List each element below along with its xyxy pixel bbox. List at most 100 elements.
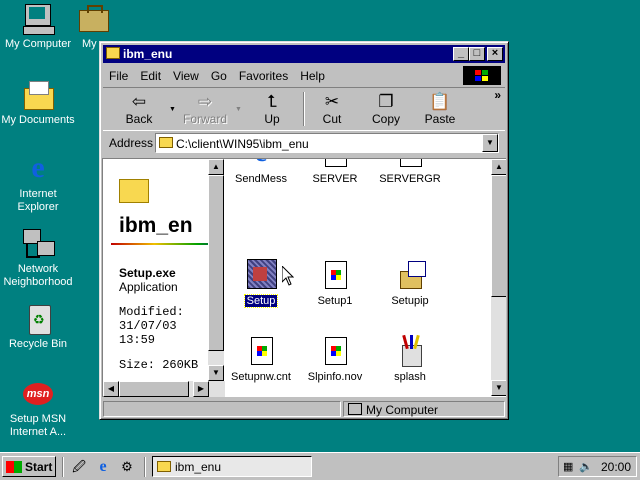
desktop-icon-label: My Documents	[1, 114, 75, 126]
file-item-sendmess[interactable]: e SendMess	[224, 159, 298, 185]
cut-button[interactable]: ✂ Cut	[306, 92, 358, 126]
doc-icon	[245, 335, 277, 367]
scroll-left-button[interactable]: ◀	[103, 381, 119, 397]
address-field[interactable]: C:\client\WIN95\ibm_enu ▼	[155, 133, 499, 153]
desktop-icon-setup-msn[interactable]: msn Setup MSN Internet A...	[0, 377, 76, 439]
modified-label: Modified:	[119, 305, 184, 319]
paste-button[interactable]: 📋 Paste	[414, 92, 466, 126]
file-item-servergr[interactable]: SERVERGR	[373, 159, 447, 185]
desktop-icon-internet-explorer[interactable]: e Internet Explorer	[0, 152, 76, 214]
scroll-down-button[interactable]: ▼	[491, 380, 506, 396]
arrow-up-icon: ▲	[212, 162, 220, 171]
toolbar: ⇦ Back ▼ ⇨ Forward ▼ ⮤ Up ✂ Cut ❐ Copy 📋…	[103, 87, 505, 131]
up-button[interactable]: ⮤ Up	[246, 92, 298, 126]
status-bar: My Computer	[103, 400, 505, 418]
desktop-icon-label: Internet Explorer	[17, 188, 59, 213]
menu-view[interactable]: View	[167, 65, 205, 83]
scheduler-icon[interactable]: ▦	[563, 460, 573, 473]
scroll-down-button[interactable]: ▼	[208, 365, 224, 381]
quicklaunch-separator	[144, 457, 146, 477]
clipboard-icon: 📋	[429, 92, 451, 111]
minimize-button[interactable]: _	[453, 47, 469, 61]
exe-icon	[394, 159, 426, 169]
modified-date: 31/07/03	[119, 319, 177, 333]
desktop-icon-my-computer[interactable]: My Computer	[0, 2, 76, 51]
address-dropdown-button[interactable]: ▼	[482, 134, 498, 152]
ie-icon: e	[245, 159, 277, 169]
close-button[interactable]: ×	[487, 47, 503, 61]
left-pane-scrollbar[interactable]: ▲ ▼	[208, 159, 224, 381]
copy-button[interactable]: ❐ Copy	[360, 92, 412, 126]
folder-icon	[159, 137, 173, 148]
folder-icon	[157, 461, 171, 472]
file-item-setup1[interactable]: Setup1	[298, 259, 372, 307]
title-bar[interactable]: ibm_enu _ □ ×	[103, 45, 505, 63]
web-view-pane: ibm_en Setup.exe Application Modified: 3…	[103, 159, 208, 379]
start-button[interactable]: Start	[2, 456, 56, 477]
desktop-icon-my-documents[interactable]: My Documents	[0, 78, 76, 127]
desktop-icon-label: Network Neighborhood	[3, 263, 73, 288]
content-area: ibm_en Setup.exe Application Modified: 3…	[102, 158, 506, 397]
desktop-icon-recycle-bin[interactable]: ♻ Recycle Bin	[0, 302, 76, 351]
scroll-right-button[interactable]: ▶	[193, 381, 209, 397]
menu-help[interactable]: Help	[294, 65, 331, 83]
scroll-up-button[interactable]: ▲	[208, 159, 224, 175]
speaker-icon[interactable]: 🔈	[579, 460, 593, 473]
menu-bar: File Edit View Go Favorites Help	[103, 65, 505, 85]
address-value: C:\client\WIN95\ibm_enu	[176, 137, 309, 151]
taskbar: Start 🖉 e ⚙ ibm_enu ▦ 🔈 20:00	[0, 452, 640, 480]
taskbar-button-ibm-enu[interactable]: ibm_enu	[152, 456, 312, 477]
arrow-left-icon: ◀	[107, 384, 115, 393]
menu-edit[interactable]: Edit	[134, 65, 167, 83]
chevron-down-icon: ▼	[486, 138, 494, 147]
file-item-slpinfo-nov[interactable]: Slpinfo.nov	[298, 335, 372, 383]
scroll-thumb[interactable]	[208, 175, 224, 351]
msn-icon: msn	[21, 377, 55, 411]
toolbar-more-chevron[interactable]: »	[494, 88, 501, 102]
back-button[interactable]: ⇦ Back	[113, 92, 165, 126]
quicklaunch-channels-icon[interactable]: ⚙	[118, 458, 136, 476]
hscroll-thumb[interactable]	[119, 381, 189, 397]
paint-icon	[394, 334, 426, 367]
file-list-scrollbar[interactable]: ▲ ▼	[491, 159, 506, 396]
file-item-setupnw-cnt[interactable]: Setupnw.cnt	[224, 335, 298, 383]
scroll-thumb[interactable]	[491, 175, 506, 297]
forward-button[interactable]: ⇨ Forward	[179, 92, 231, 126]
file-size: Size: 260KB	[119, 358, 199, 372]
left-pane-hscrollbar[interactable]: ◀ ▶	[103, 381, 225, 397]
forward-arrow-icon: ⇨	[197, 92, 213, 111]
desktop-icon-network-neighborhood[interactable]: Network Neighborhood	[0, 227, 76, 289]
network-icon	[21, 227, 55, 261]
windows-logo-icon	[6, 461, 22, 473]
status-cell-location: My Computer	[343, 401, 505, 417]
desktop-icon-label: Recycle Bin	[8, 338, 68, 350]
color-rule	[111, 243, 208, 245]
modified-time: 13:59	[119, 333, 156, 347]
minimize-icon: _	[457, 47, 465, 59]
maximize-button[interactable]: □	[469, 47, 485, 61]
explorer-window[interactable]: ibm_enu _ □ × File Edit View Go Favorites Hel…	[99, 41, 509, 420]
address-label: Address	[109, 136, 154, 150]
menu-favorites[interactable]: Favorites	[233, 65, 294, 83]
maximize-icon: □	[473, 47, 481, 59]
doc-icon	[319, 335, 351, 367]
back-dropdown-icon[interactable]: ▼	[169, 106, 176, 113]
exe-icon	[319, 159, 351, 169]
quicklaunch-ie-icon[interactable]: e	[94, 458, 112, 476]
menu-file[interactable]: File	[103, 65, 134, 83]
scroll-up-button[interactable]: ▲	[491, 159, 506, 175]
briefcase-icon	[75, 2, 109, 36]
menu-go[interactable]: Go	[205, 65, 233, 83]
ie-icon: e	[31, 151, 45, 184]
file-item-setupip[interactable]: Setupip	[373, 259, 447, 307]
file-item-splash[interactable]: splash	[373, 334, 447, 383]
mouse-cursor-icon	[282, 266, 294, 286]
desktop-icon-label: My Computer	[4, 38, 72, 50]
file-item-server[interactable]: SERVER	[298, 159, 372, 185]
computer-icon	[21, 2, 55, 36]
system-tray: ▦ 🔈 20:00	[558, 456, 637, 477]
clock[interactable]: 20:00	[601, 460, 631, 474]
quicklaunch-desktop-icon[interactable]: 🖉	[70, 458, 88, 476]
selected-file-type: Application	[119, 280, 178, 294]
forward-dropdown-icon[interactable]: ▼	[235, 106, 242, 113]
